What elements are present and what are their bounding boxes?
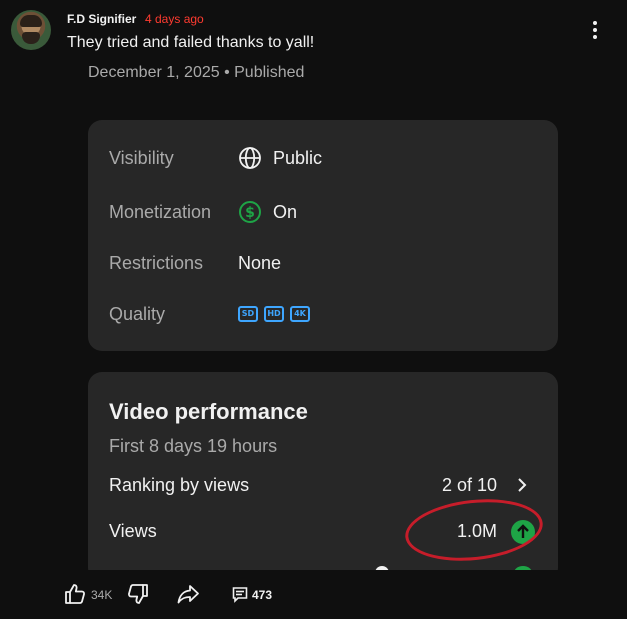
publish-meta: December 1, 2025 • Published [88,64,305,81]
comment-count: 473 [252,588,273,602]
post-time: 4 days ago [145,12,204,26]
performance-subtitle: First 8 days 19 hours [109,436,278,456]
chevron-right-icon[interactable] [514,475,530,495]
visibility-row: Visibility Public [88,144,558,174]
quality-row: Quality SD HD 4K [88,300,558,330]
comment-text: They tried and failed thanks to yall! [67,34,315,51]
views-label: Views [109,521,157,541]
ranking-row[interactable]: Ranking by views 2 of 10 [88,472,558,502]
action-bar: 34K 473 [0,570,627,619]
dislike-icon[interactable] [126,582,150,606]
quality-badges: SD HD 4K [238,303,316,323]
visibility-label: Visibility [109,148,174,168]
comment-icon[interactable] [232,582,248,606]
avatar-beard [22,32,40,44]
svg-text:$: $ [245,205,255,221]
like-count: 34K [91,588,113,602]
share-icon[interactable] [176,582,200,606]
video-details-card: Visibility Public Monetization $ On Rest… [88,120,558,351]
visibility-value: Public [273,148,323,168]
ranking-label: Ranking by views [109,475,250,495]
sd-badge-icon: SD [238,306,258,322]
post-header: F.D Signifier 4 days ago They tried and … [0,0,627,110]
monetization-row: Monetization $ On [88,198,558,228]
globe-icon [238,146,262,170]
avatar[interactable] [11,10,51,50]
monetization-value: On [273,202,298,222]
restrictions-value: None [238,253,282,273]
more-options-icon[interactable] [584,18,604,42]
restrictions-row: Restrictions None [88,249,558,279]
like-icon[interactable] [63,582,87,606]
4k-badge-icon: 4K [290,306,310,322]
monetization-label: Monetization [109,202,212,222]
avatar-hair [20,15,42,27]
hd-badge-icon: HD [264,306,284,322]
performance-title: Video performance [109,399,308,424]
dollar-circle-icon: $ [238,200,262,224]
ranking-value: 2 of 10 [441,475,497,495]
quality-label: Quality [109,304,166,324]
author-name[interactable]: F.D Signifier [67,12,136,26]
restrictions-label: Restrictions [109,253,204,273]
